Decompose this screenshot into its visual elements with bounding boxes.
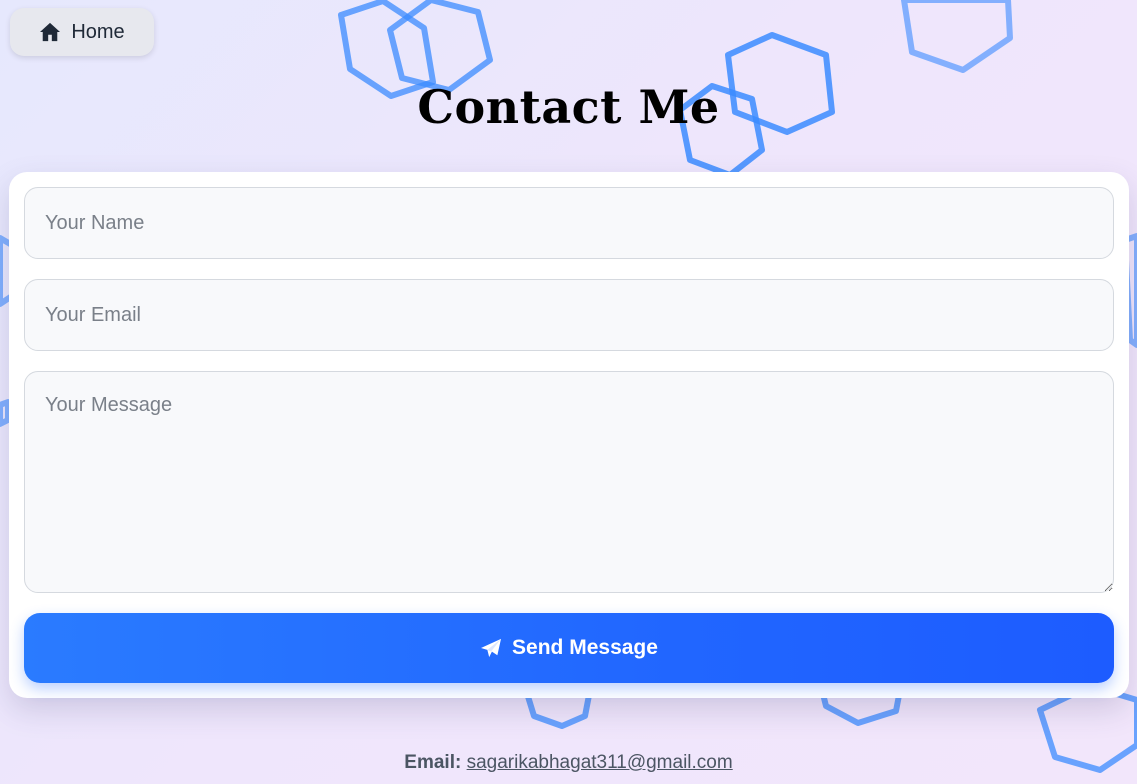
message-textarea[interactable] <box>24 371 1114 593</box>
email-link[interactable]: sagarikabhagat311@gmail.com <box>467 752 733 773</box>
contact-form-card: Send Message <box>9 172 1129 698</box>
send-button-label: Send Message <box>512 636 658 659</box>
page-title: Contact Me <box>417 80 720 134</box>
home-button[interactable]: Home <box>10 8 154 56</box>
send-message-button[interactable]: Send Message <box>24 613 1114 683</box>
home-button-label: Home <box>71 20 125 43</box>
paper-plane-icon <box>481 638 502 658</box>
email-label: Email: <box>404 752 462 773</box>
name-input[interactable] <box>24 187 1114 259</box>
email-input[interactable] <box>24 279 1114 351</box>
contact-footer: Email: sagarikabhagat311@gmail.com <box>0 752 1137 774</box>
home-icon <box>40 22 61 42</box>
hexagon-shape <box>901 0 1013 73</box>
hexagon-shape <box>0 399 11 427</box>
